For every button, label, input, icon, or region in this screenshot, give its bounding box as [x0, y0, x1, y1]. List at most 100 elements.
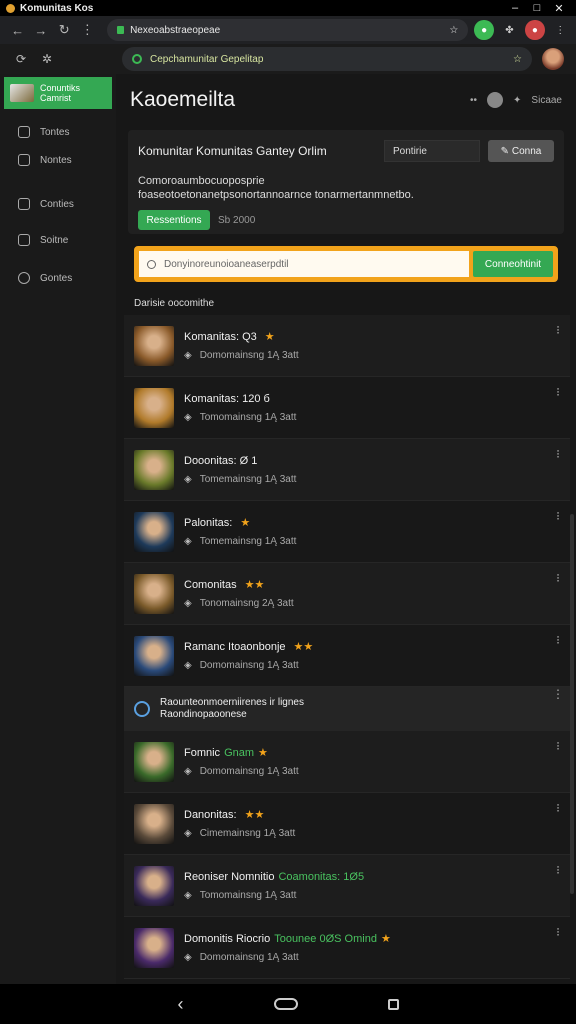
- row-options-icon[interactable]: ⁝: [546, 925, 570, 939]
- row-options-icon[interactable]: ⁝: [546, 739, 570, 753]
- diamond-icon: ◈: [184, 952, 192, 963]
- page-icon: [18, 234, 30, 246]
- community-row[interactable]: Palonitas: ★ ◈ Tomemainsng 1Ą 3att ⁝: [124, 501, 570, 563]
- search-input[interactable]: Donyinoreunoioaneaserpdtil: [139, 251, 469, 277]
- row-options-icon[interactable]: ⁝: [546, 385, 570, 399]
- reload-icon[interactable]: ↻: [53, 22, 76, 38]
- main-content: Kaoemeilta •• ✦ Sicaae Komunitar Komunit…: [116, 74, 576, 984]
- community-card: Komunitar Komunitas Ganteу Orlim Pontiri…: [128, 130, 564, 234]
- card-button[interactable]: ✎ Conna: [488, 140, 554, 162]
- extension-icon[interactable]: ●: [474, 20, 494, 40]
- community-name: Reoniser Nomnitio: [184, 870, 275, 883]
- maximize-icon[interactable]: □: [526, 2, 548, 14]
- community-thumbnail: [134, 803, 174, 844]
- search-icon: [132, 54, 142, 64]
- community-name: Komanitas: Q3: [184, 330, 257, 343]
- title-bar: Komunitas Kos – □ ✕: [0, 0, 576, 16]
- grid-icon[interactable]: ✲: [34, 52, 60, 66]
- avatar[interactable]: [542, 48, 564, 70]
- back-icon[interactable]: ←: [6, 23, 29, 38]
- notification-icon[interactable]: [487, 92, 504, 108]
- nav-recents-icon[interactable]: [387, 998, 399, 1010]
- row-options-icon[interactable]: ⁝: [546, 323, 570, 337]
- community-row[interactable]: Dooonitas: Ø 1 ◈ Tomemainsng 1Ą 3att ⁝: [124, 439, 570, 501]
- row-options-icon[interactable]: ⁝: [546, 801, 570, 815]
- sidebar-item-gontes[interactable]: Gontes: [0, 264, 116, 292]
- card-description: Comoroaumbocuoposprie foaseotoetonanetps…: [138, 175, 414, 201]
- community-meta: Tomemainsng 1Ą 3att: [199, 536, 297, 547]
- sidebar-item-tontes[interactable]: Tontes: [0, 118, 116, 146]
- sidebar-item-nontes[interactable]: Nontes: [0, 146, 116, 174]
- community-row[interactable]: Komanitas: Q3 ★ ◈ Domomainsng 1Ą 3att ⁝: [124, 315, 570, 377]
- community-row[interactable]: Domonitis Riocrio Toounee 0ØS Omind ★ ◈ Domo…: [124, 917, 570, 979]
- info-notice[interactable]: Raounteonmoerniirenes ir lignes Raondino…: [124, 687, 570, 731]
- community-extra: Gnam: [224, 746, 255, 759]
- card-green-button[interactable]: Ressentions: [138, 210, 210, 230]
- community-extra: Toounee 0ØS Omind: [274, 932, 377, 945]
- window-title: Komunitas Kos: [20, 2, 94, 14]
- community-name: Fomnic: [184, 746, 221, 759]
- rating-stars: ★: [258, 747, 268, 759]
- diamond-icon: ◈: [184, 828, 192, 839]
- community-meta: Tomemainsng 1Ą 3att: [199, 473, 297, 485]
- card-subtext: Sb 2000: [218, 214, 256, 226]
- community-row[interactable]: Danonitas: ★★ ◈ Cimemainsng 1Ą 3att ⁝: [124, 793, 570, 855]
- puzzle-icon[interactable]: ✤: [500, 20, 519, 40]
- forward-icon[interactable]: →: [29, 23, 52, 38]
- community-thumbnail: [134, 573, 174, 614]
- address-bar[interactable]: Nexeoabstraeopeae ☆: [107, 19, 469, 41]
- community-name: Dooonitas: Ø 1: [184, 454, 258, 467]
- diamond-icon: ◈: [184, 889, 192, 901]
- diamond-icon: ◈: [184, 536, 192, 547]
- community-row[interactable]: Komanitas: 120 б ◈ Tomomainsng 1Ą 3att ⁝: [124, 377, 570, 439]
- minimize-icon[interactable]: –: [504, 2, 526, 14]
- menu-icon[interactable]: ⋮: [76, 22, 99, 38]
- row-options-icon[interactable]: ⁝: [546, 633, 570, 647]
- community-row[interactable]: Fomnic Gnam ★ ◈ Domomainsng 1Ą 3att ⁝: [124, 731, 570, 793]
- community-name: Komanitas: 120 б: [184, 392, 270, 405]
- row-options-icon[interactable]: ⁝: [546, 863, 570, 877]
- community-thumbnail: [134, 449, 174, 490]
- nav-home-icon[interactable]: [273, 998, 298, 1010]
- bookmark-star-icon[interactable]: ☆: [449, 25, 458, 36]
- diamond-icon: ◈: [184, 473, 192, 485]
- sidebar-brand[interactable]: Conuntiks Camrist: [4, 77, 112, 109]
- notice-more-icon[interactable]: ⋮: [546, 687, 570, 701]
- search-placeholder: Donyinoreunoioaneaserpdtil: [164, 258, 289, 270]
- rating-stars: ★★: [293, 641, 314, 653]
- system-nav-bar: ‹: [0, 984, 576, 1024]
- rating-stars: ★★: [244, 809, 265, 821]
- header-dots: ••: [470, 94, 478, 106]
- refresh-icon[interactable]: ⟳: [8, 52, 34, 66]
- more-icon[interactable]: ⋮: [551, 20, 570, 40]
- star-icon[interactable]: ☆: [513, 54, 522, 65]
- card-title: Komunitar Komunitas Ganteу Orlim: [138, 144, 327, 158]
- sidebar-item-soitne[interactable]: Soitne: [0, 226, 116, 254]
- close-icon[interactable]: ✕: [548, 2, 570, 15]
- section-title: Darisie oocomithe: [134, 298, 215, 309]
- profile-icon[interactable]: ●: [525, 20, 545, 40]
- header-star-icon[interactable]: ✦: [513, 95, 521, 106]
- site-search[interactable]: Cepchamunitar Gepelitap ☆: [122, 47, 532, 71]
- card-input[interactable]: Pontirie: [384, 140, 480, 162]
- diamond-icon: ◈: [184, 350, 192, 361]
- row-options-icon[interactable]: ⁝: [546, 447, 570, 461]
- header-right-label[interactable]: Sicaae: [531, 95, 562, 106]
- sidebar-item-conties[interactable]: Conties: [0, 190, 116, 218]
- rating-stars: ★: [380, 933, 391, 945]
- community-search: Donyinoreunoioaneaserpdtil Conneohtinit: [134, 246, 558, 282]
- diamond-icon: ◈: [184, 766, 192, 777]
- community-row[interactable]: Comonitas ★★ ◈ Tonomainsng 2Ą 3att ⁝: [124, 563, 570, 625]
- nav-back-icon[interactable]: ‹: [178, 994, 184, 1015]
- community-row[interactable]: Reoniser Nomnitio Coamonitas: 1Ø5 ◈ Tomomai…: [124, 855, 570, 917]
- community-meta: Tonomainsng 2Ą 3att: [199, 598, 294, 609]
- row-options-icon[interactable]: ⁝: [546, 509, 570, 523]
- search-button[interactable]: Conneohtinit: [473, 251, 553, 277]
- community-row[interactable]: Ramanc Itoaonbonje ★★ ◈ Domomainsng 1Ą 3att…: [124, 625, 570, 687]
- community-meta: Cimemainsng 1Ą 3att: [199, 828, 296, 839]
- row-options-icon[interactable]: ⁝: [546, 571, 570, 585]
- community-thumbnail: [134, 865, 174, 906]
- page-header: Kaoemeilta •• ✦ Sicaae: [116, 74, 576, 126]
- scrollbar[interactable]: [570, 514, 574, 894]
- brand-line2: Camrist: [40, 93, 71, 103]
